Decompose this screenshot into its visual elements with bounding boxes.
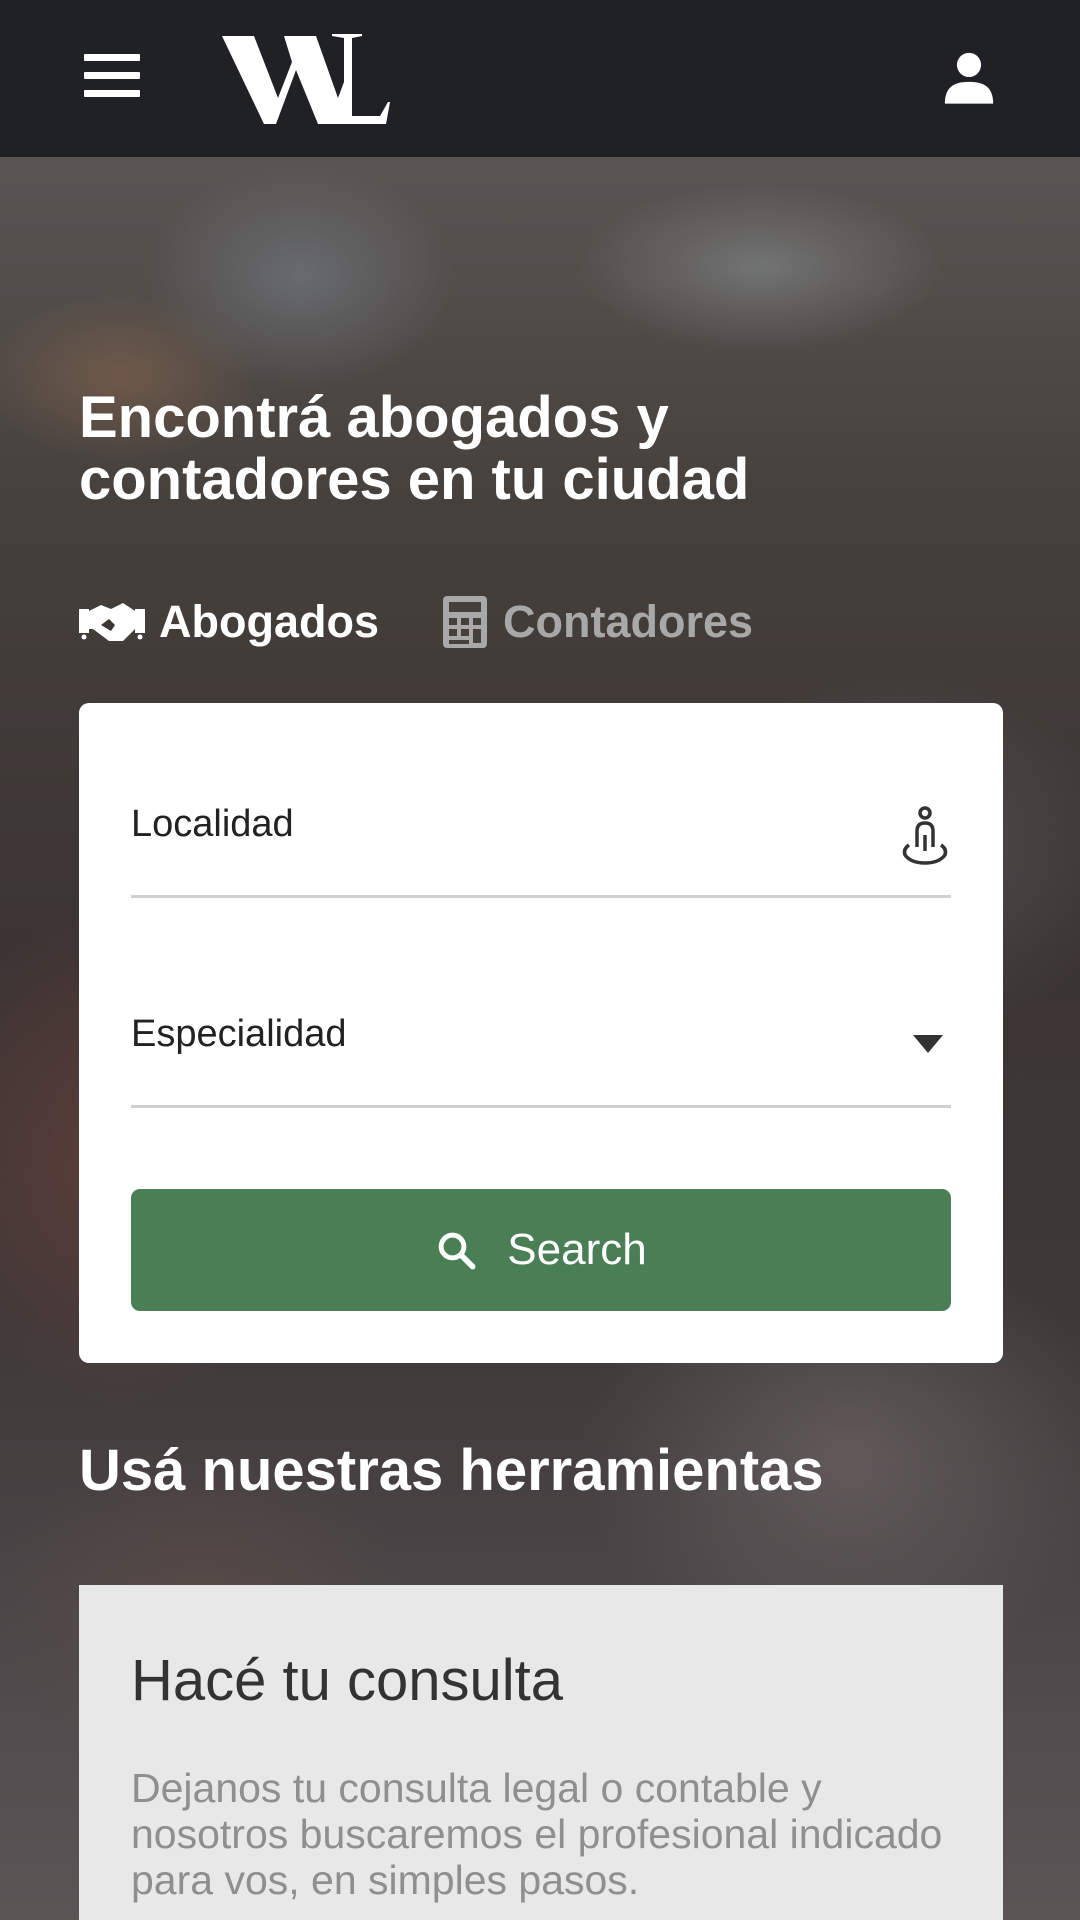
brand-logo[interactable] [220, 32, 390, 128]
search-button-label: Search [507, 1225, 647, 1274]
tab-contadores[interactable]: Contadores [441, 592, 753, 652]
consulta-card[interactable]: Hacé tu consulta Dejanos tu consulta leg… [79, 1585, 1003, 1920]
especialidad-select[interactable]: Especialidad [131, 1003, 951, 1108]
top-app-bar [0, 0, 1080, 157]
handshake-icon [79, 603, 145, 641]
hero-section: Encontrá abogados y contadores en tu ciu… [0, 157, 1080, 1920]
tools-heading: Usá nuestras herramientas [79, 1438, 824, 1503]
consulta-title: Hacé tu consulta [131, 1648, 564, 1713]
localidad-field[interactable]: Localidad [131, 793, 951, 898]
hero-title: Encontrá abogados y contadores en tu ciu… [79, 385, 750, 512]
location-person-icon[interactable] [899, 805, 951, 865]
tab-contadores-label: Contadores [503, 596, 754, 647]
localidad-label: Localidad [131, 803, 294, 845]
user-icon[interactable] [940, 48, 998, 106]
chevron-down-icon [913, 1035, 943, 1053]
especialidad-label: Especialidad [131, 1013, 347, 1055]
wl-logo-graphic [222, 34, 390, 124]
tab-abogados[interactable]: Abogados [79, 592, 379, 652]
consulta-description: Dejanos tu consulta legal o contable y n… [131, 1765, 943, 1903]
search-button[interactable]: Search [131, 1189, 951, 1311]
hamburger-menu-icon[interactable] [84, 54, 144, 102]
search-card: Localidad Especialidad Search [79, 703, 1003, 1363]
tab-abogados-label: Abogados [159, 596, 379, 647]
search-icon [438, 1232, 476, 1270]
calculator-icon [443, 596, 487, 648]
